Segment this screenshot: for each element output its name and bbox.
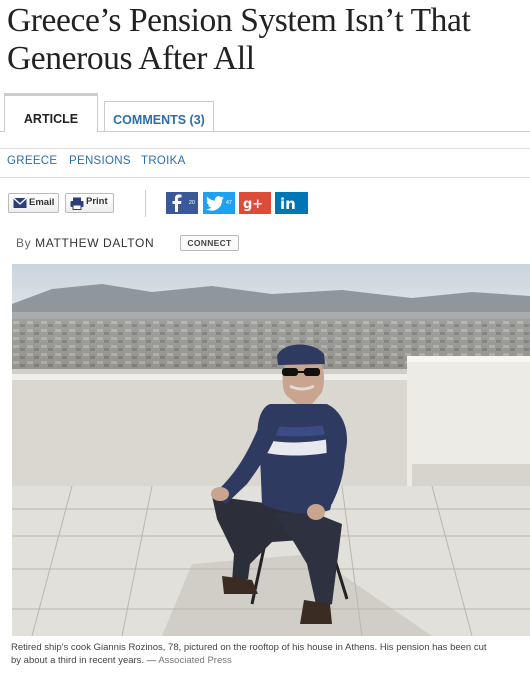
envelope-icon — [13, 197, 27, 208]
article-photo — [12, 264, 530, 636]
email-button[interactable]: Email — [8, 193, 59, 213]
linkedin-share-button[interactable]: in — [275, 192, 308, 214]
twitter-share-button[interactable]: 47 — [203, 192, 235, 214]
google-plus-share-button[interactable]: g+ — [239, 192, 271, 214]
caption-line-1: Retired ship's cook Giannis Rozinos, 78,… — [11, 642, 487, 653]
connect-button[interactable]: CONNECT — [180, 235, 239, 251]
facebook-icon — [172, 194, 182, 212]
topic-link[interactable]: PENSIONS — [69, 155, 131, 167]
facebook-count: 20 — [188, 200, 195, 206]
byline-prefix: By — [16, 236, 32, 250]
twitter-icon — [206, 196, 224, 211]
tab-article[interactable]: ARTICLE — [4, 93, 98, 132]
topic-link[interactable]: GREECE — [7, 155, 57, 167]
rooftop-photo-illustration — [12, 264, 530, 636]
print-label: Print — [86, 196, 108, 207]
google-plus-icon: g+ — [243, 197, 263, 211]
svg-text:in: in — [280, 195, 296, 212]
topic-link[interactable]: TROIKA — [141, 155, 186, 167]
photo-credit: Associated Press — [158, 655, 232, 666]
byline: By MATTHEW DALTON — [16, 236, 154, 250]
headline: Greece’s Pension System Isn’t That Gener… — [7, 2, 471, 77]
author-name[interactable]: MATTHEW DALTON — [35, 236, 154, 250]
svg-text:g+: g+ — [243, 197, 263, 211]
twitter-count: 47 — [225, 200, 232, 206]
caption-line-2: by about a third in recent years. — — [11, 655, 157, 666]
print-button[interactable]: Print — [65, 193, 114, 213]
photo-caption: Retired ship's cook Giannis Rozinos, 78,… — [11, 641, 530, 667]
topic-list: GREECE PENSIONS TROIKA — [0, 148, 530, 178]
tab-comments[interactable]: COMMENTS (3) — [104, 101, 214, 131]
article-tabs: ARTICLE COMMENTS (3) — [0, 93, 530, 132]
linkedin-icon: in — [280, 195, 296, 212]
facebook-share-button[interactable]: 20 — [166, 192, 198, 214]
toolbar-divider — [145, 190, 146, 217]
email-label: Email — [29, 197, 55, 208]
printer-icon — [70, 197, 84, 210]
